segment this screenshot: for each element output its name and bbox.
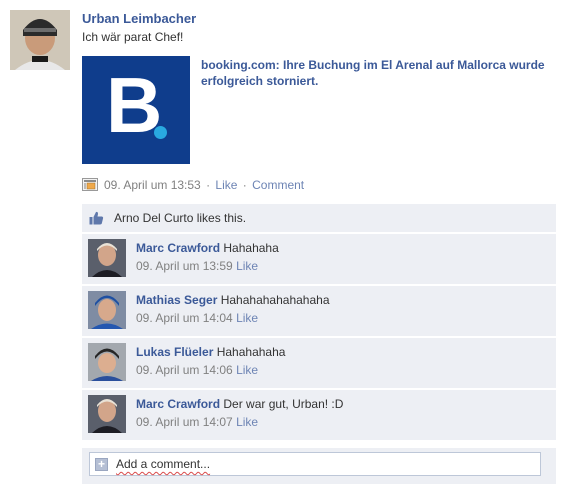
post-author-link[interactable]: Urban Leimbacher	[82, 11, 196, 26]
booking-logo-dot	[154, 126, 167, 139]
comment-line: Mathias Seger Hahahahahahahaha	[136, 293, 330, 307]
post-like-link[interactable]: Like	[215, 178, 237, 192]
commenter-avatar-icon	[88, 343, 126, 381]
comment-author-link[interactable]: Lukas Flüeler	[136, 345, 213, 359]
divider	[82, 440, 556, 448]
commenter-avatar[interactable]	[88, 291, 126, 329]
post-timestamp-link[interactable]: 09. April um 13:53	[104, 178, 201, 192]
commenter-avatar[interactable]	[88, 239, 126, 277]
add-comment-input[interactable]: + Add a comment...	[89, 452, 541, 476]
comment-time-link[interactable]: 09. April um 14:06	[136, 363, 233, 377]
add-comment-placeholder: Add a comment...	[116, 457, 211, 471]
poster-avatar-icon	[10, 10, 70, 70]
comment-time-link[interactable]: 09. April um 14:04	[136, 311, 233, 325]
comment-author-link[interactable]: Mathias Seger	[136, 293, 217, 307]
comment-like-link[interactable]: Like	[236, 311, 258, 325]
comment-author-link[interactable]: Marc Crawford	[136, 397, 220, 411]
likes-text[interactable]: Arno Del Curto likes this.	[114, 211, 246, 225]
comment-row: Mathias Seger Hahahahahahahaha 09. April…	[82, 286, 556, 336]
likes-bar: Arno Del Curto likes this.	[82, 204, 556, 232]
share-app-icon	[82, 178, 98, 191]
meta-separator: ·	[206, 178, 211, 192]
post-meta: 09. April um 13:53 · Like · Comment	[82, 178, 304, 192]
commenter-avatar-icon	[88, 395, 126, 433]
meta-separator-2: ·	[242, 178, 247, 192]
comment-row: Lukas Flüeler Hahahahaha 09. April um 14…	[82, 338, 556, 388]
poster-avatar[interactable]	[10, 10, 70, 70]
attachment-title-link[interactable]: booking.com: Ihre Buchung im El Arenal a…	[201, 57, 571, 89]
commenter-avatar[interactable]	[88, 395, 126, 433]
commenter-avatar-icon	[88, 291, 126, 329]
comment-line: Marc Crawford Der war gut, Urban! :D	[136, 397, 343, 411]
add-comment-box: + Add a comment...	[82, 448, 556, 484]
comment-row: Marc Crawford Der war gut, Urban! :D 09.…	[82, 390, 556, 440]
comment-meta: 09. April um 14:04 Like	[136, 311, 258, 325]
comment-text: Hahahaha	[223, 241, 279, 255]
comment-text: Der war gut, Urban! :D	[223, 397, 344, 411]
booking-logo[interactable]: B	[82, 56, 190, 164]
comment-time-link[interactable]: 09. April um 13:59	[136, 259, 233, 273]
comment-time-link[interactable]: 09. April um 14:07	[136, 415, 233, 429]
comment-meta: 09. April um 14:06 Like	[136, 363, 258, 377]
post-comment-link[interactable]: Comment	[252, 178, 304, 192]
comment-author-link[interactable]: Marc Crawford	[136, 241, 220, 255]
comment-meta: 09. April um 14:07 Like	[136, 415, 258, 429]
comment-text: Hahahahahahahaha	[220, 293, 330, 307]
post-message: Ich wär parat Chef!	[82, 30, 184, 44]
comment-like-link[interactable]: Like	[236, 259, 258, 273]
comment-line: Marc Crawford Hahahaha	[136, 241, 279, 255]
plus-icon: +	[95, 458, 108, 471]
comment-text: Hahahahaha	[216, 345, 286, 359]
comment-meta: 09. April um 13:59 Like	[136, 259, 258, 273]
comment-row: Marc Crawford Hahahaha 09. April um 13:5…	[82, 234, 556, 284]
thumbs-up-icon[interactable]	[89, 211, 104, 225]
comment-like-link[interactable]: Like	[236, 363, 258, 377]
commenter-avatar[interactable]	[88, 343, 126, 381]
commenter-avatar-icon	[88, 239, 126, 277]
comment-like-link[interactable]: Like	[236, 415, 258, 429]
comment-line: Lukas Flüeler Hahahahaha	[136, 345, 285, 359]
